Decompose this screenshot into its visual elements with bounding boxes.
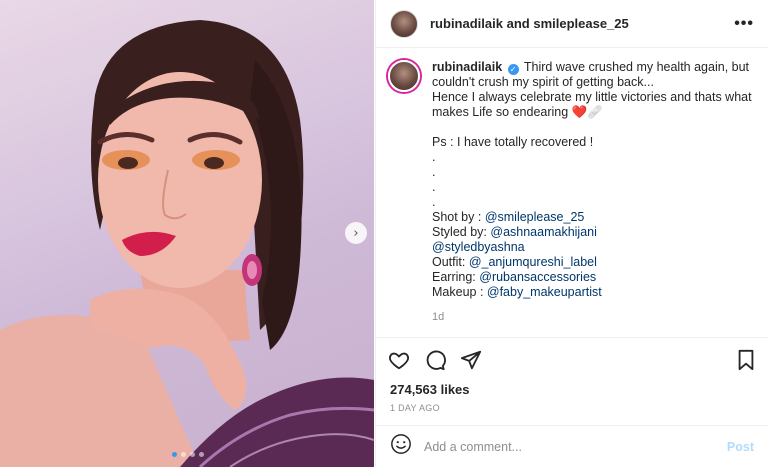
author-username[interactable]: rubinadilaik: [430, 16, 503, 31]
caption-dot: .: [432, 165, 436, 179]
credit-makeup: Makeup : @faby_makeupartist: [432, 285, 754, 300]
post-comment-button[interactable]: Post: [727, 440, 754, 454]
comment-box: Post: [376, 425, 768, 467]
credit-outfit: Outfit: @_anjumqureshi_label: [432, 255, 754, 270]
carousel-dot-active: [172, 452, 177, 457]
bookmark-icon[interactable]: [736, 349, 756, 371]
caption-username[interactable]: rubinadilaik: [432, 60, 502, 74]
credit-label: Shot by :: [432, 210, 485, 224]
caption-avatar[interactable]: [388, 60, 420, 92]
caption-dot: .: [432, 195, 436, 209]
mention-link[interactable]: @_anjumqureshi_label: [469, 255, 597, 269]
post-header: rubinadilaik and smileplease_25 •••: [376, 0, 768, 48]
more-horizontal-icon[interactable]: •••: [734, 15, 754, 33]
credit-styled-by-2: @styledbyashna: [432, 240, 754, 255]
comment-icon[interactable]: [424, 349, 446, 371]
caption-first-line: rubinadilaik ✓ Third wave crushed my hea…: [432, 60, 754, 90]
carousel-indicator: [172, 452, 204, 457]
mention-link[interactable]: @styledbyashna: [432, 240, 525, 254]
caption-dot: .: [432, 150, 436, 164]
heart-icon[interactable]: [388, 349, 410, 371]
carousel-dot: [181, 452, 186, 457]
post-photo[interactable]: ›: [0, 0, 374, 467]
post-details-panel: rubinadilaik and smileplease_25 ••• rubi…: [375, 0, 768, 467]
caption-ps: Ps : I have totally recovered !: [432, 135, 594, 149]
credit-label: Styled by:: [432, 225, 491, 239]
carousel-dot: [199, 452, 204, 457]
share-icon[interactable]: [460, 349, 482, 371]
comment-input[interactable]: [424, 439, 727, 454]
heart-bandage-emoji: ❤️🩹: [571, 105, 603, 119]
mention-link[interactable]: @ashnaamakhijani: [490, 225, 597, 239]
credit-label: Makeup :: [432, 285, 487, 299]
avatar[interactable]: [390, 9, 418, 38]
emoji-icon[interactable]: [390, 433, 412, 460]
credit-styled-by: Styled by: @ashnaamakhijani: [432, 225, 754, 240]
mention-link[interactable]: @smileplease_25: [485, 210, 585, 224]
likes-count[interactable]: 274,563 likes: [376, 382, 768, 397]
credit-label: Earring:: [432, 270, 480, 284]
caption-dot: .: [432, 180, 436, 194]
portrait-image: [0, 20, 374, 467]
action-bar: [376, 338, 768, 382]
caption-timestamp[interactable]: 1d: [432, 310, 754, 325]
caption: rubinadilaik ✓ Third wave crushed my hea…: [388, 60, 754, 325]
carousel-dot: [190, 452, 195, 457]
mention-link[interactable]: @faby_makeupartist: [487, 285, 602, 299]
caption-body: rubinadilaik ✓ Third wave crushed my hea…: [432, 60, 754, 325]
post-authors: rubinadilaik and smileplease_25: [430, 16, 629, 31]
authors-connector: and: [506, 16, 530, 31]
chevron-right-icon: ›: [353, 225, 359, 241]
post-date[interactable]: 1 DAY AGO: [376, 397, 768, 413]
next-slide-button[interactable]: ›: [345, 222, 367, 244]
caption-line-2: Hence I always celebrate my little victo…: [432, 90, 754, 120]
credit-earring: Earring: @rubansaccessories: [432, 270, 754, 285]
collaborator-username[interactable]: smileplease_25: [533, 16, 628, 31]
post-actions-area: 274,563 likes 1 DAY AGO: [376, 337, 768, 413]
mention-link[interactable]: @rubansaccessories: [479, 270, 596, 284]
verified-badge-icon: ✓: [507, 64, 519, 75]
credit-shot-by: Shot by : @smileplease_25: [432, 210, 754, 225]
credit-label: Outfit:: [432, 255, 469, 269]
